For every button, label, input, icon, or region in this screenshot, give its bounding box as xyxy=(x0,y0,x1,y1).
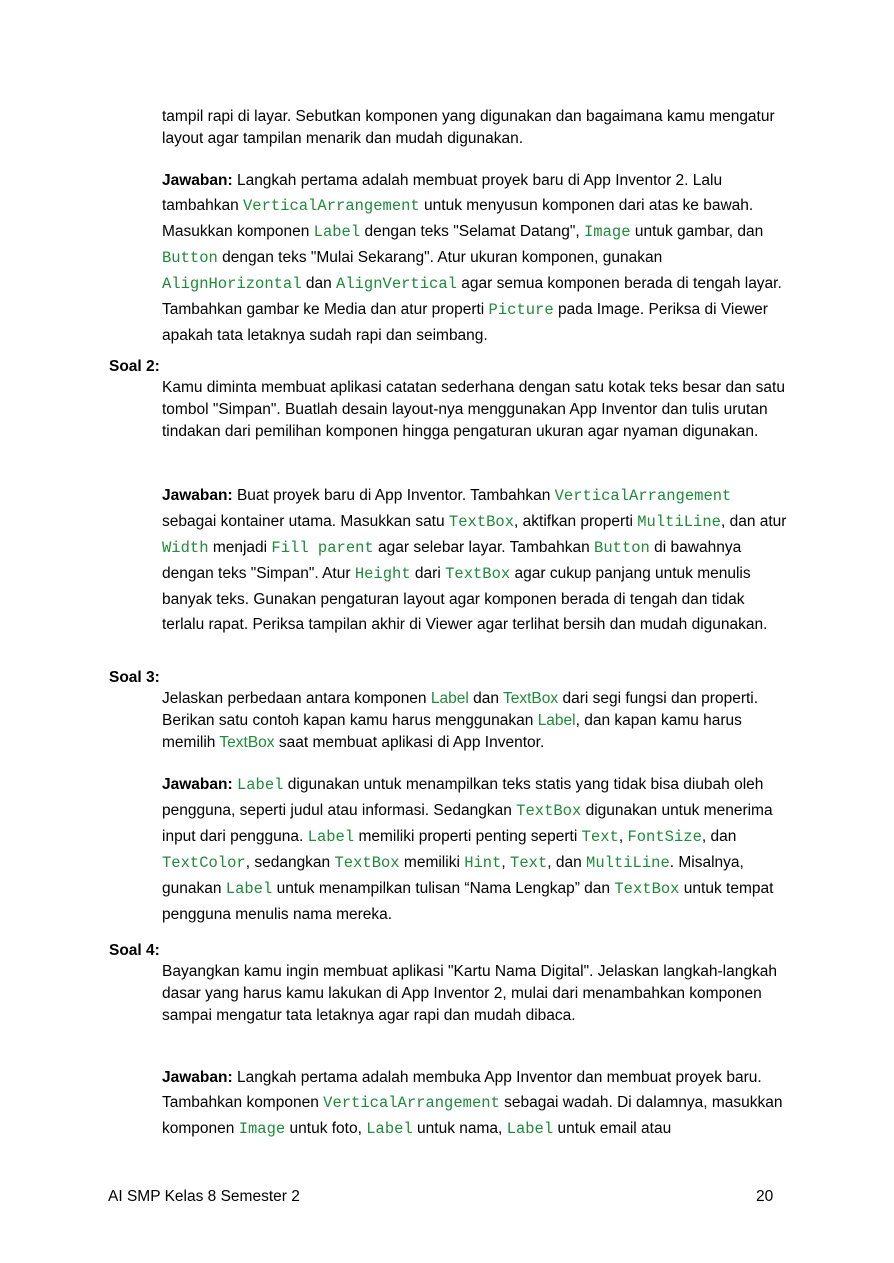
code-term: MultiLine xyxy=(586,854,670,872)
page-number: 20 xyxy=(756,1188,774,1205)
answer-label: Jawaban: xyxy=(162,1069,233,1086)
code-term: Label xyxy=(225,880,273,898)
question-text: dan xyxy=(468,690,503,707)
code-term: TextBox xyxy=(448,513,515,531)
answer-text: menjadi xyxy=(208,539,272,556)
answer-text: dan xyxy=(301,275,337,292)
code-term: Picture xyxy=(488,301,554,319)
answer-text: dengan teks "Mulai Sekarang". Atur ukura… xyxy=(217,249,663,266)
question-text: tampil rapi di layar. Sebutkan komponen … xyxy=(162,108,775,147)
code-term: Label xyxy=(313,223,361,241)
code-term: Label xyxy=(366,1120,413,1138)
code-term: Image xyxy=(584,223,631,241)
code-term: Fill parent xyxy=(271,539,374,557)
code-term: VerticalArrangement xyxy=(243,197,420,215)
answer-text: Buat proyek baru di App Inventor. Tambah… xyxy=(232,487,555,504)
answer-text: untuk foto, xyxy=(285,1120,367,1137)
term: TextBox xyxy=(219,734,275,751)
answer-text: dari xyxy=(410,565,446,582)
question-text: Jelaskan perbedaan antara komponen xyxy=(162,690,431,707)
term: TextBox xyxy=(503,690,559,707)
term: Label xyxy=(537,712,576,729)
answer-text: , xyxy=(501,854,511,871)
answer-text: untuk menampilkan tulisan “Nama Lengkap”… xyxy=(272,880,615,897)
answer-text: agar selebar layar. Tambahkan xyxy=(373,539,595,556)
soal-2-answer: Jawaban: Buat proyek baru di App Invento… xyxy=(162,483,787,637)
answer-text: , dan xyxy=(701,828,737,845)
soal-3-answer: Jawaban: Label digunakan untuk menampilk… xyxy=(162,772,787,927)
code-term: TextBox xyxy=(445,565,511,583)
code-term: Label xyxy=(236,776,284,794)
soal-3-question: Jelaskan perbedaan antara komponen Label… xyxy=(162,688,787,754)
answer-label: Jawaban: xyxy=(162,172,233,189)
code-term: MultiLine xyxy=(637,513,721,531)
code-term: Button xyxy=(594,539,650,557)
code-term: Button xyxy=(162,249,218,267)
soal-4-label: Soal 4: xyxy=(109,942,160,959)
code-term: Width xyxy=(162,539,209,557)
code-term: FontSize xyxy=(627,828,702,846)
soal-2-label: Soal 2: xyxy=(109,358,160,375)
code-term: VerticalArrangement xyxy=(323,1094,500,1112)
answer-text: , sedangkan xyxy=(245,854,335,871)
answer-text: untuk email atau xyxy=(553,1120,672,1137)
code-term: Height xyxy=(354,565,411,583)
code-term: TextBox xyxy=(614,880,680,898)
code-term: AlignVertical xyxy=(336,275,457,293)
soal-4-question: Bayangkan kamu ingin membuat aplikasi "K… xyxy=(162,963,777,1024)
code-term: Image xyxy=(238,1120,286,1138)
answer-text: dengan teks "Selamat Datang", xyxy=(360,223,584,240)
soal-4-answer: Jawaban: Langkah pertama adalah membuka … xyxy=(162,1065,787,1142)
document-page: tampil rapi di layar. Sebutkan komponen … xyxy=(0,0,894,1263)
code-term: VerticalArrangement xyxy=(554,487,732,505)
code-term: Text xyxy=(581,828,619,846)
code-term: TextColor xyxy=(162,854,246,872)
footer-title: AI SMP Kelas 8 Semester 2 xyxy=(108,1188,300,1205)
soal-3-label: Soal 3: xyxy=(109,669,160,686)
answer-text: untuk nama, xyxy=(412,1120,507,1137)
answer-text: memiliki properti penting seperti xyxy=(354,828,582,845)
question-text: saat membuat aplikasi di App Inventor. xyxy=(274,734,545,751)
code-term: AlignHorizontal xyxy=(162,275,302,293)
term: Label xyxy=(430,690,469,707)
code-term: Label xyxy=(307,828,355,846)
answer-label: Jawaban: xyxy=(162,487,233,504)
question-1-tail: tampil rapi di layar. Sebutkan komponen … xyxy=(162,106,787,150)
answer-text: sebagai kontainer utama. Masukkan satu xyxy=(162,513,449,530)
code-term: Label xyxy=(506,1120,554,1138)
code-term: TextBox xyxy=(516,802,582,820)
soal-2-question: Kamu diminta membuat aplikasi catatan se… xyxy=(162,379,785,440)
answer-text: , aktifkan properti xyxy=(514,513,638,530)
code-term: Text xyxy=(510,854,548,872)
answer-1: Jawaban: Langkah pertama adalah membuat … xyxy=(162,168,787,348)
answer-label: Jawaban: xyxy=(162,776,233,793)
code-term: Hint xyxy=(464,854,502,872)
answer-text: , dan atur xyxy=(720,513,787,530)
answer-text: untuk gambar, dan xyxy=(630,223,764,240)
answer-text: memiliki xyxy=(399,854,465,871)
answer-text: , dan xyxy=(547,854,587,871)
code-term: TextBox xyxy=(334,854,400,872)
